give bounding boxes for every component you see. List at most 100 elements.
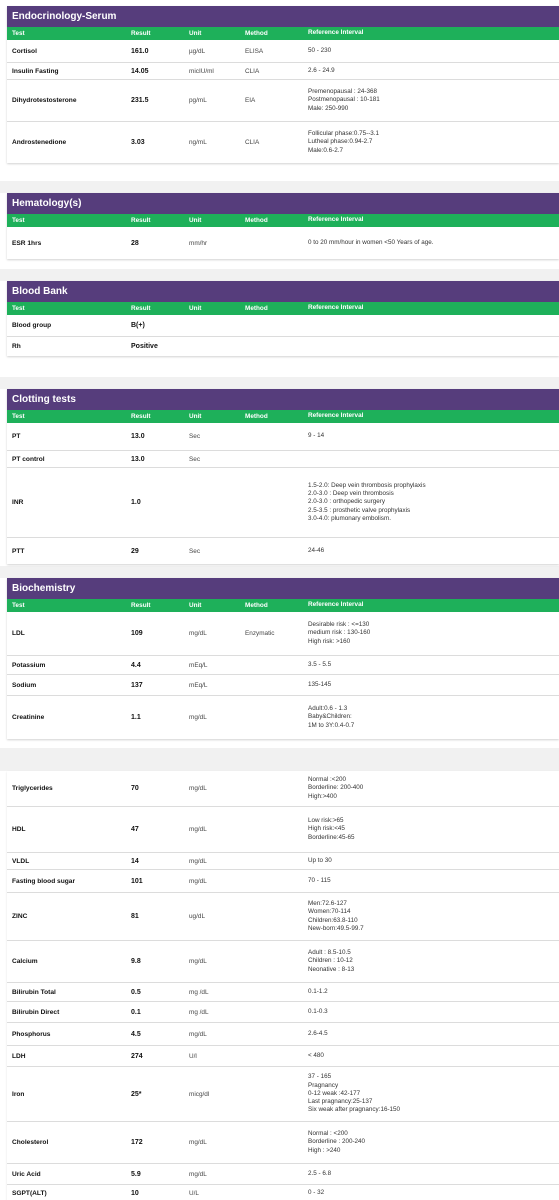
column-header-result: Result xyxy=(131,305,151,312)
unit-value: mg/dL xyxy=(189,877,207,885)
unit-value: U/L xyxy=(189,1190,199,1197)
reference-line: High risk: >160 xyxy=(308,637,351,645)
result-value: 5.9 xyxy=(131,1170,141,1178)
column-header-method: Method xyxy=(245,30,268,37)
test-name: Fasting blood sugar xyxy=(12,877,76,885)
table-row-pt: PT 13.0 Sec 9 - 14 xyxy=(7,423,559,450)
result-value: 3.03 xyxy=(131,139,145,146)
reference-line: 50 - 230 xyxy=(308,46,332,54)
reference-line: Adult : 8.5-10.5 xyxy=(308,949,351,957)
section-separator xyxy=(0,181,559,193)
table-row-creatinine: Creatinine 1.1 mg/dL Adult:0.6 - 1.3 Baby&Ch… xyxy=(7,695,559,739)
reference-line: Normal :<200 xyxy=(308,776,346,784)
test-name: Cortisol xyxy=(12,47,37,55)
test-name: Uric Acid xyxy=(12,1170,41,1178)
result-value: 231.5 xyxy=(131,97,149,104)
reference-line: Six weak after pragnancy:16-150 xyxy=(308,1106,401,1114)
test-name: Cholesterol xyxy=(12,1139,49,1146)
reference-interval: Men:72.6-127 Women:70-114 Children:63.8-11… xyxy=(308,900,559,933)
column-header-unit: Unit xyxy=(189,30,202,37)
table-header: Test Result Unit Method Reference Interval xyxy=(7,599,559,612)
reference-interval: Follicular phase:0.75--3.1 Lutheal phase:… xyxy=(308,130,559,155)
table-row-fasting-blood-sugar: Fasting blood sugar 101 mg/dL 70 - 115 xyxy=(7,869,559,892)
unit-value: mg/dL xyxy=(189,826,207,833)
reference-line: 0-12 weak :42-177 xyxy=(308,1089,361,1097)
reference-interval: 2.6 - 24.9 xyxy=(308,67,559,75)
result-value: Positive xyxy=(131,343,158,350)
reference-interval: Premenopausal : 24-368 Postmenopausal : 1… xyxy=(308,88,559,113)
reference-interval: 50 - 230 xyxy=(308,47,559,55)
section-title: Blood Bank xyxy=(7,281,559,302)
table-header: Test Result Unit Method Reference Interval xyxy=(7,410,559,423)
reference-line: 2.6-4.5 xyxy=(308,1029,328,1037)
unit-value: mg/dL xyxy=(189,1030,207,1038)
section-separator xyxy=(0,748,559,771)
reference-line: Children : 10-12 xyxy=(308,957,353,965)
test-name: Potassium xyxy=(12,661,46,669)
result-value: 4.4 xyxy=(131,661,141,669)
test-name: Iron xyxy=(12,1090,25,1098)
method-value: Enzymatic xyxy=(245,630,275,637)
reference-line: Male:0.6-2.7 xyxy=(308,146,344,154)
unit-value: pg/mL xyxy=(189,97,207,104)
column-header-reference: Reference Interval xyxy=(308,412,364,420)
reference-line: 2.0-3.0 : Deep vein thrombosis xyxy=(308,490,394,498)
reference-line: 135-145 xyxy=(308,680,332,688)
section-separator xyxy=(0,566,559,578)
table-row-vldl: VLDL 14 mg/dL Up to 30 xyxy=(7,852,559,869)
result-value: 137 xyxy=(131,681,143,689)
reference-line: Neonative : 8-13 xyxy=(308,965,355,973)
table-row-bilirubin-direct: Bilirubin Direct 0.1 mg /dL 0.1-0.3 xyxy=(7,1001,559,1022)
section-separator xyxy=(0,269,559,281)
reference-interval: 0 to 20 mm/hour in women <50 Years of ag… xyxy=(308,239,559,247)
reference-interval: Adult : 8.5-10.5 Children : 10-12 Neonativ… xyxy=(308,949,559,974)
unit-value: ug/dL xyxy=(189,913,205,920)
test-name: PT xyxy=(12,433,21,440)
column-header-result: Result xyxy=(131,413,151,420)
result-value: 25* xyxy=(131,1090,142,1098)
reference-line: 0 - 32 xyxy=(308,1189,325,1197)
reference-line: medium risk : 130-160 xyxy=(308,629,371,637)
result-value: 0.5 xyxy=(131,988,141,996)
section-biochemistry-continued: Triglycerides 70 mg/dL Normal :<200 Borderli… xyxy=(7,771,559,1200)
column-header-unit: Unit xyxy=(189,413,202,420)
result-value: 70 xyxy=(131,785,139,792)
section-clotting-tests: Clotting tests Test Result Unit Method Refere… xyxy=(7,389,559,564)
test-name: PTT xyxy=(12,547,25,555)
reference-interval: Low risk:>65 High risk:<45 Borderline:45-6… xyxy=(308,817,559,842)
unit-value: mg/dL xyxy=(189,1139,207,1146)
reference-line: 24-46 xyxy=(308,546,325,554)
table-row-blood-group: Blood group B(+) xyxy=(7,315,559,336)
reference-interval: 0.1-0.3 xyxy=(308,1008,559,1016)
column-header-method: Method xyxy=(245,305,268,312)
reference-line: 0 to 20 mm/hour in women <50 Years of ag… xyxy=(308,238,434,246)
test-name: Androstenedione xyxy=(12,139,67,146)
table-row-androstenedione: Androstenedione 3.03 ng/mL CLIA Follicular p… xyxy=(7,121,559,163)
unit-value: Sec xyxy=(189,433,201,440)
test-name: Dihydrotestosterone xyxy=(12,97,77,104)
reference-line: Borderline:45-65 xyxy=(308,833,355,841)
result-value: 81 xyxy=(131,913,139,920)
reference-interval: 24-46 xyxy=(308,547,559,555)
reference-line: High:>400 xyxy=(308,792,337,800)
reference-interval: Desirable risk : <=130 medium risk : 130-… xyxy=(308,621,559,646)
reference-interval: < 480 xyxy=(308,1052,559,1060)
result-value: 274 xyxy=(131,1052,143,1060)
table-row-dihydrotestosterone: Dihydrotestosterone 231.5 pg/mL EIA Premenop… xyxy=(7,79,559,121)
column-header-test: Test xyxy=(12,413,25,420)
result-value: 9.8 xyxy=(131,958,141,965)
test-name: HDL xyxy=(12,826,26,833)
unit-value: U/l xyxy=(189,1052,197,1060)
result-value: 0.1 xyxy=(131,1008,141,1016)
unit-value: ng/mL xyxy=(189,139,207,146)
reference-line: 37 - 165 xyxy=(308,1073,332,1081)
column-header-reference: Reference Interval xyxy=(308,304,364,312)
reference-line: 0.1-0.3 xyxy=(308,1007,328,1015)
reference-line: Baby&Children: xyxy=(308,713,352,721)
reference-line: < 480 xyxy=(308,1051,324,1059)
table-row-zinc: ZINC 81 ug/dL Men:72.6-127 Women:70-114 Child… xyxy=(7,892,559,940)
column-header-result: Result xyxy=(131,30,151,37)
test-name: Insulin Fasting xyxy=(12,67,59,75)
table-header: Test Result Unit Method Reference Interval xyxy=(7,214,559,227)
table-row-pt-control: PT control 13.0 Sec xyxy=(7,450,559,467)
